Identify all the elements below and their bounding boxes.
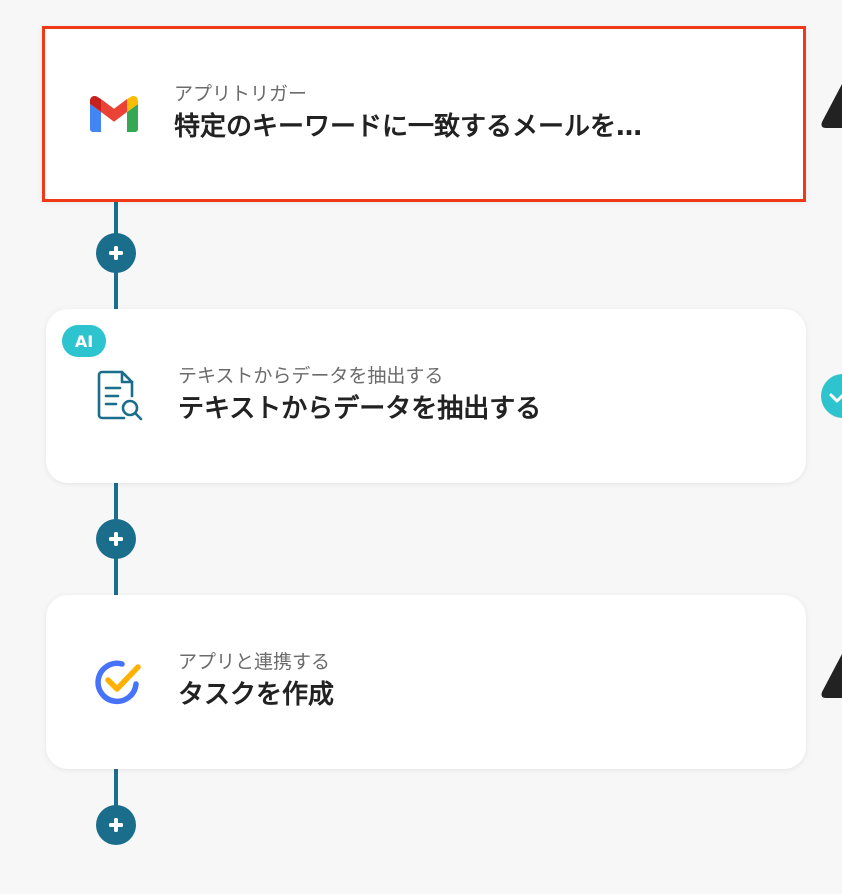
gmail-icon	[84, 84, 144, 144]
step-title: 特定のキーワードに一致するメールを…	[174, 112, 643, 142]
plus-icon	[109, 246, 123, 260]
flow-step-card-trigger[interactable]: アプリトリガー 特定のキーワードに一致するメールを…	[42, 26, 806, 202]
warning-triangle-icon[interactable]	[820, 84, 842, 128]
add-step-button[interactable]	[96, 519, 136, 559]
ticktick-icon	[88, 652, 148, 712]
plus-icon	[109, 532, 123, 546]
document-search-icon	[88, 366, 148, 426]
flow-step-card-ai-extract[interactable]: テキストからデータを抽出する テキストからデータを抽出する	[46, 309, 806, 483]
check-circle-icon[interactable]	[821, 374, 842, 418]
step-subtitle: テキストからデータを抽出する	[178, 365, 444, 387]
step-title: テキストからデータを抽出する	[178, 394, 542, 424]
step-subtitle: アプリと連携する	[178, 651, 331, 673]
plus-icon	[109, 818, 123, 832]
add-step-button[interactable]	[96, 805, 136, 845]
step-title: タスクを作成	[178, 680, 335, 710]
add-step-button[interactable]	[96, 233, 136, 273]
warning-triangle-icon[interactable]	[820, 654, 842, 698]
ai-badge: AI	[62, 325, 106, 357]
flow-step-card-create-task[interactable]: アプリと連携する タスクを作成	[46, 595, 806, 769]
step-subtitle: アプリトリガー	[174, 83, 308, 105]
